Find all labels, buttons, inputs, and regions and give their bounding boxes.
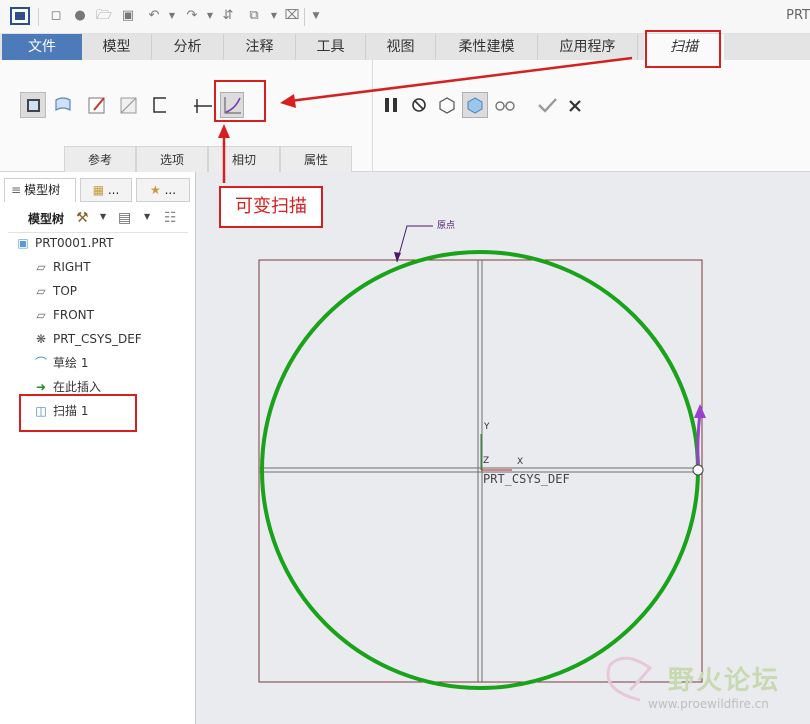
highlight-box-sweep-tab xyxy=(645,30,721,68)
watermark-url: www.proewildfire.cn xyxy=(648,697,769,711)
highlight-box-sweep-feature xyxy=(19,394,137,432)
start-point-marker xyxy=(692,464,704,476)
annotation-callout: 可变扫描 xyxy=(219,186,323,228)
direction-arrowhead xyxy=(694,404,706,418)
csys-z-label: Z xyxy=(483,456,490,466)
start-point-label: 原点 xyxy=(437,221,456,231)
annotation-arrow-tab xyxy=(289,56,633,103)
graphics-overlay xyxy=(19,30,721,702)
datum-plane-outline xyxy=(258,259,703,683)
csys-x-label: X xyxy=(517,457,524,467)
highlight-box-variable-button xyxy=(214,80,266,122)
csys-label: PRT_CSYS_DEF xyxy=(483,472,570,486)
csys-y-label: Y xyxy=(484,422,490,432)
watermark-title: 野火论坛 xyxy=(668,666,781,696)
sweep-trajectory xyxy=(260,250,700,690)
watermark-logo xyxy=(606,656,653,702)
